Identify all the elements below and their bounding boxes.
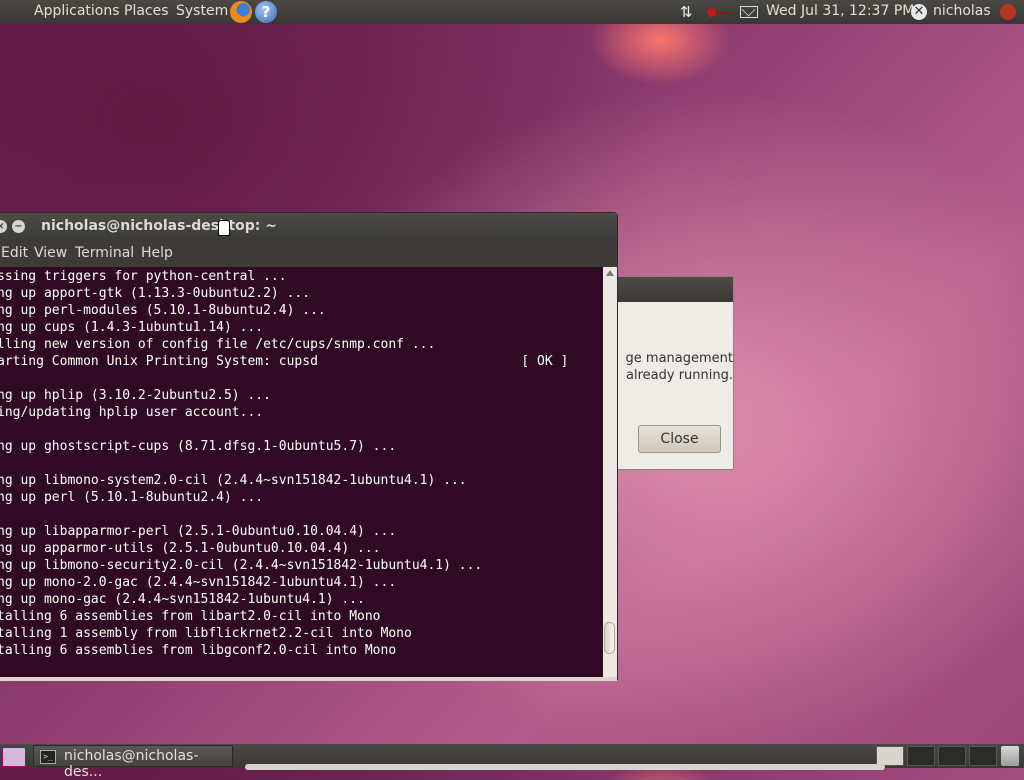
workspace-1[interactable] (876, 746, 904, 766)
terminal-output[interactable]: ssing triggers for python-central ... ng … (0, 267, 603, 677)
power-icon[interactable] (1000, 4, 1016, 20)
user-icon[interactable]: ✕ (911, 4, 927, 20)
places-menu[interactable]: Places (124, 3, 169, 19)
terminal-line: ng up mono-2.0-gac (2.4.4~svn151842-1ubu… (0, 575, 397, 590)
dialog-titlebar[interactable] (601, 277, 733, 302)
terminal-line: ng up mono-gac (2.4.4~svn151842-1ubuntu4… (0, 592, 365, 607)
dialog-message: ge management already running. (617, 350, 733, 384)
terminal-scrollbar[interactable] (603, 267, 617, 677)
terminal-line: ng up apparmor-utils (2.5.1-0ubuntu0.10.… (0, 541, 381, 556)
system-menu[interactable]: System (176, 3, 228, 19)
terminal-line: ng up libmono-system2.0-cil (2.4.4~svn15… (0, 473, 467, 488)
dialog-message-line-1: ge management (625, 351, 733, 366)
mail-icon[interactable] (740, 6, 758, 18)
terminal-line: talling 6 assemblies from libart2.0-cil … (0, 609, 381, 624)
terminal-titlebar[interactable]: × − nicholas@nicholas-desktop: ~ (0, 213, 617, 241)
terminal-line: ng up apport-gtk (1.13.3-0ubuntu2.2) ... (0, 286, 311, 301)
terminal-icon: >_ (40, 750, 56, 764)
menu-help[interactable]: Help (141, 245, 173, 261)
terminal-title: nicholas@nicholas-desktop: ~ (41, 218, 277, 234)
help-icon[interactable]: ? (255, 1, 277, 23)
workspace-3[interactable] (938, 746, 966, 766)
mouse-cursor-icon (218, 220, 230, 236)
terminal-line: talling 6 assemblies from libgconf2.0-ci… (0, 643, 397, 658)
bottom-dock-strip (245, 764, 885, 770)
clock[interactable]: Wed Jul 31, 12:37 PM (766, 3, 914, 19)
show-desktop-icon[interactable] (2, 747, 26, 767)
user-menu[interactable]: nicholas (933, 3, 991, 19)
menu-view[interactable]: View (34, 245, 67, 261)
terminal-line: ng up perl (5.10.1-8ubuntu2.4) ... (0, 490, 264, 505)
close-window-icon[interactable]: × (0, 220, 7, 233)
scroll-up-arrow-icon[interactable] (606, 270, 614, 276)
terminal-line: ng up perl-modules (5.10.1-8ubuntu2.4) .… (0, 303, 326, 318)
terminal-window: × − nicholas@nicholas-desktop: ~ Edit Vi… (0, 212, 618, 681)
scrollbar-thumb[interactable] (604, 622, 615, 654)
close-button[interactable]: Close (638, 425, 721, 453)
taskbar-label: nicholas@nicholas-des... (64, 748, 199, 780)
trash-icon[interactable] (1001, 746, 1019, 766)
menu-terminal[interactable]: Terminal (75, 245, 134, 261)
menu-edit[interactable]: Edit (1, 245, 28, 261)
terminal-menubar: Edit View Terminal Help (0, 241, 617, 267)
terminal-line: ng up cups (1.4.3-1ubuntu1.14) ... (0, 320, 264, 335)
top-panel: Applications Places System ? ⇅ Wed Jul 3… (0, 0, 1024, 24)
taskbar-terminal-button[interactable]: >_ nicholas@nicholas-des... (33, 745, 233, 780)
terminal-line: talling 1 assembly from libflickrnet2.2-… (0, 626, 412, 641)
dialog-message-line-2: already running. (626, 368, 733, 383)
minimize-window-icon[interactable]: − (12, 220, 25, 233)
terminal-line: arting Common Unix Printing System: cups… (0, 354, 569, 369)
record-indicator-line (716, 12, 730, 14)
terminal-line: lling new version of config file /etc/cu… (0, 337, 436, 352)
terminal-line: ng up libmono-security2.0-cil (2.4.4~svn… (0, 558, 483, 573)
network-icon[interactable]: ⇅ (680, 3, 693, 21)
applications-menu[interactable]: Applications (34, 3, 120, 19)
workspace-2[interactable] (907, 746, 935, 766)
record-icon[interactable] (707, 8, 716, 17)
firefox-icon[interactable] (230, 1, 252, 23)
terminal-line: ng up ghostscript-cups (8.71.dfsg.1-0ubu… (0, 439, 397, 454)
terminal-line: ing/updating hplip user account... (0, 405, 264, 420)
workspace-4[interactable] (969, 746, 997, 766)
terminal-line: ng up hplip (3.10.2-2ubuntu2.5) ... (0, 388, 271, 403)
terminal-line: ng up libapparmor-perl (2.5.1-0ubuntu0.1… (0, 524, 397, 539)
package-manager-dialog: ge management already running. Close (600, 276, 734, 470)
terminal-bottom-border (0, 677, 617, 681)
terminal-line: ssing triggers for python-central ... (0, 269, 287, 284)
